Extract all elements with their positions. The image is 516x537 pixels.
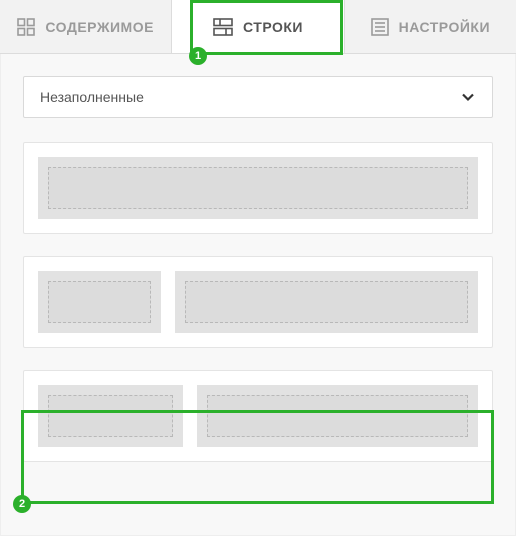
chevron-down-icon: [460, 89, 476, 105]
tab-settings-label: НАСТРОЙКИ: [399, 19, 490, 35]
row-column: [38, 157, 478, 219]
placeholder-block: [185, 281, 468, 323]
placeholder-block: [48, 167, 468, 209]
row-template-narrow-wide[interactable]: [23, 256, 493, 348]
tabs-bar: СОДЕРЖИМОЕ СТРОКИ НАСТРОЙКИ: [0, 0, 516, 54]
placeholder-block: [207, 395, 468, 437]
placeholder-block: [48, 281, 151, 323]
placeholder-block: [48, 395, 173, 437]
rows-panel: Незаполненные: [0, 54, 516, 536]
row-column: [38, 271, 161, 333]
row-template-single[interactable]: [23, 142, 493, 234]
tab-rows[interactable]: СТРОКИ: [171, 0, 344, 53]
grid-icon: [17, 18, 35, 36]
tab-content-label: СОДЕРЖИМОЕ: [45, 19, 154, 35]
row-filter-dropdown[interactable]: Незаполненные: [23, 76, 493, 118]
row-column: [38, 385, 183, 447]
dropdown-selected-label: Незаполненные: [40, 89, 144, 105]
row-template-two-col[interactable]: [23, 370, 493, 462]
row-column: [175, 271, 478, 333]
row-column: [197, 385, 478, 447]
tab-rows-label: СТРОКИ: [243, 19, 303, 35]
settings-icon: [371, 18, 389, 36]
rows-icon: [213, 18, 233, 36]
tab-settings[interactable]: НАСТРОЙКИ: [345, 0, 516, 53]
tab-content[interactable]: СОДЕРЖИМОЕ: [0, 0, 171, 53]
